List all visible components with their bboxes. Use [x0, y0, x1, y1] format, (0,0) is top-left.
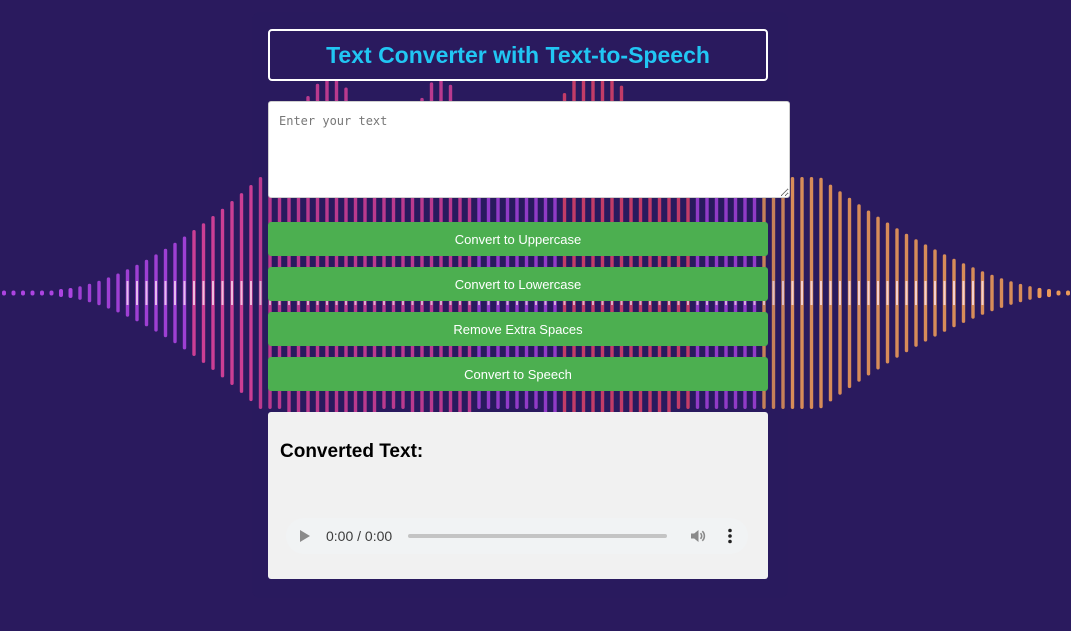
wave-bar	[1037, 287, 1042, 299]
convert-lowercase-button[interactable]: Convert to Lowercase	[268, 267, 768, 301]
wave-bar-glow	[886, 281, 889, 305]
convert-to-speech-button[interactable]: Convert to Speech	[268, 357, 768, 391]
convert-uppercase-button[interactable]: Convert to Uppercase	[268, 222, 768, 256]
wave-bar	[1018, 283, 1023, 303]
text-input[interactable]	[268, 101, 790, 198]
wave-bar	[990, 274, 994, 312]
wave-bar-glow	[839, 281, 841, 305]
wave-bar-glow	[231, 281, 233, 305]
wave-bar-glow	[896, 281, 898, 305]
wave-bar	[2, 290, 6, 296]
wave-bar-glow	[810, 281, 813, 305]
wave-bar	[1066, 290, 1070, 296]
wave-bar-glow	[126, 281, 129, 305]
audio-player[interactable]: 0:00 / 0:00	[286, 518, 748, 554]
wave-bar	[78, 286, 82, 300]
wave-bar-glow	[981, 281, 984, 305]
audio-progress-bar[interactable]	[408, 534, 667, 538]
wave-bar	[1009, 281, 1013, 305]
wave-bar-glow	[905, 281, 908, 305]
wave-bar-glow	[877, 281, 879, 305]
wave-bar-glow	[820, 281, 822, 305]
wave-bar	[30, 290, 35, 296]
wave-bar-glow	[934, 281, 936, 305]
wave-bar-glow	[174, 281, 176, 305]
remove-extra-spaces-button[interactable]: Remove Extra Spaces	[268, 312, 768, 346]
wave-bar-glow	[212, 281, 214, 305]
wave-bar-glow	[962, 281, 965, 305]
wave-bar-glow	[915, 281, 917, 305]
wave-bar-glow	[136, 281, 138, 305]
wave-bar	[21, 290, 25, 296]
wave-bar	[97, 280, 101, 306]
wave-bar-glow	[924, 281, 927, 305]
wave-bar	[87, 283, 92, 303]
wave-bar	[11, 290, 16, 296]
wave-bar-glow	[829, 281, 832, 305]
wave-bar	[999, 278, 1004, 308]
wave-bar-glow	[972, 281, 974, 305]
page-title: Text Converter with Text-to-Speech	[326, 41, 710, 68]
wave-bar	[106, 277, 111, 309]
wave-bar	[1047, 289, 1051, 298]
wave-bar-glow	[221, 281, 224, 305]
wave-bar-glow	[943, 281, 946, 305]
more-vert-icon[interactable]	[723, 527, 737, 545]
wave-bar-glow	[867, 281, 870, 305]
wave-bar-glow	[202, 281, 205, 305]
wave-bar-glow	[155, 281, 157, 305]
output-box: Converted Text: 0:00 / 0:00	[268, 412, 768, 579]
wave-bar-glow	[848, 281, 851, 305]
wave-bar	[116, 273, 120, 313]
wave-bar-glow	[858, 281, 860, 305]
wave-bar	[59, 289, 63, 297]
wave-bar	[49, 290, 54, 296]
wave-bar-glow	[791, 281, 794, 305]
audio-time: 0:00 / 0:00	[326, 528, 393, 544]
wave-bar	[1056, 290, 1061, 296]
wave-bar-glow	[953, 281, 955, 305]
play-icon[interactable]	[300, 530, 310, 542]
wave-bar	[68, 288, 73, 298]
title-box: Text Converter with Text-to-Speech	[268, 29, 768, 81]
wave-bar-glow	[240, 281, 243, 305]
wave-bar-glow	[193, 281, 195, 305]
wave-bar-glow	[164, 281, 167, 305]
wave-bar-glow	[801, 281, 803, 305]
wave-bar-glow	[145, 281, 148, 305]
volume-icon[interactable]	[689, 527, 707, 545]
output-heading: Converted Text:	[280, 441, 424, 462]
wave-bar-glow	[183, 281, 186, 305]
wave-bar	[1028, 286, 1032, 300]
wave-bar	[40, 290, 44, 296]
